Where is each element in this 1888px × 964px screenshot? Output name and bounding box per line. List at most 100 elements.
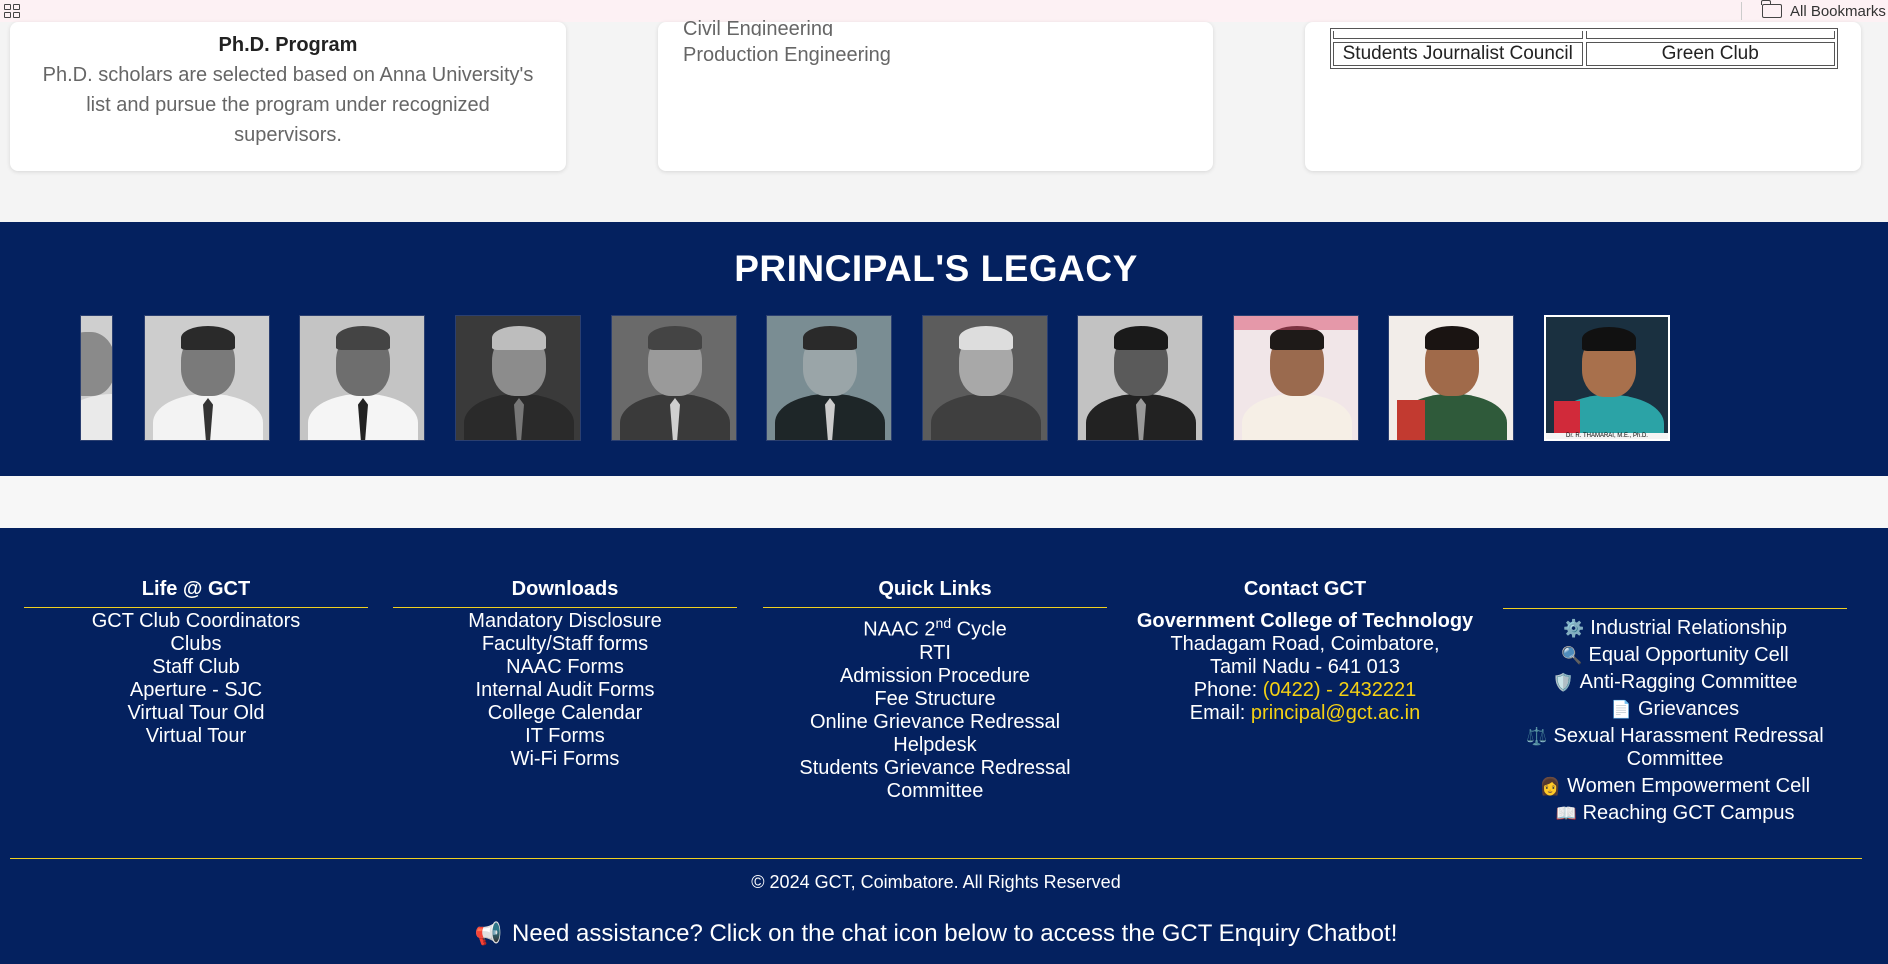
section-gap [0, 476, 1888, 528]
footer-link-grievances[interactable]: 📄 Grievances [1503, 696, 1847, 723]
footer-col-contact: Contact GCT Government College of Techno… [1133, 578, 1477, 725]
table-row [1333, 31, 1835, 39]
contact-details: Government College of Technology Thadaga… [1133, 608, 1477, 725]
footer-link[interactable]: Fee Structure [763, 688, 1107, 711]
site-footer: Life @ GCT GCT Club Coordinators Clubs S… [0, 528, 1888, 964]
link-label: Equal Opportunity Cell [1588, 644, 1789, 666]
copyright-text: © 2024 GCT, Coimbatore. All Rights Reser… [751, 872, 1121, 892]
life-links: GCT Club Coordinators Clubs Staff Club A… [24, 608, 368, 748]
footer-col-quick-links: Quick Links NAAC 2nd Cycle RTI Admission… [763, 578, 1107, 803]
footer-col-downloads: Downloads Mandatory Disclosure Faculty/S… [393, 578, 737, 771]
principal-portrait [611, 315, 737, 441]
footer-link[interactable]: RTI [763, 642, 1107, 665]
gear-icon: ⚙️ [1563, 619, 1585, 638]
footer-link[interactable]: Faculty/Staff forms [393, 633, 737, 656]
principal-portrait [1388, 315, 1514, 441]
department-item-civil[interactable]: Civil Engineering [683, 18, 833, 36]
departments-card: Civil Engineering Production Engineering [658, 18, 1213, 171]
folder-icon [1761, 0, 1782, 18]
footer-link-naac[interactable]: NAAC 2nd Cycle [763, 610, 1107, 642]
footer-col-cells: ⚙️ Industrial Relationship 🔍 Equal Opportu… [1503, 608, 1847, 827]
phd-program-title: Ph.D. Program [218, 34, 358, 56]
magnifier-icon: 🔍 [1561, 646, 1583, 665]
link-label: Anti-Ragging Committee [1579, 671, 1798, 693]
phd-program-card: Ph.D. Program Ph.D. scholars are selecte… [10, 22, 566, 171]
footer-divider [10, 858, 1862, 859]
footer-link[interactable]: Admission Procedure [763, 665, 1107, 688]
programs-section: Ph.D. Program Ph.D. scholars are selecte… [0, 18, 1888, 222]
clubs-table: Students Journalist Council Green Club [1330, 28, 1838, 69]
quick-links: NAAC 2nd Cycle RTI Admission Procedure F… [763, 608, 1107, 803]
clubs-card: Students Journalist Council Green Club [1305, 22, 1861, 171]
phone-line: Phone: (0422) - 2432221 [1133, 679, 1477, 702]
footer-heading-downloads: Downloads [393, 578, 737, 608]
footer-link[interactable]: IT Forms [393, 725, 737, 748]
college-name: Government College of Technology [1136, 610, 1474, 632]
scales-icon: ⚖️ [1526, 727, 1548, 746]
footer-link-women-empowerment[interactable]: 👩 Women Empowerment Cell [1503, 773, 1847, 800]
footer-link[interactable]: Virtual Tour [24, 725, 368, 748]
address-line: Thadagam Road, Coimbatore, [1170, 633, 1440, 655]
footer-heading-quick-links: Quick Links [763, 578, 1107, 608]
portrait-caption: Dr. R. THAMARAI, M.E., Ph.D. [1546, 433, 1668, 439]
footer-link[interactable]: Students Grievance Redressal Committee [763, 757, 1107, 803]
link-label: Industrial Relationship [1590, 617, 1787, 639]
table-cell [1585, 31, 1835, 39]
footer-link[interactable]: Virtual Tour Old [24, 702, 368, 725]
principal-portrait [299, 315, 425, 441]
all-bookmarks-label: All Bookmarks [1790, 2, 1886, 20]
email-link[interactable]: principal@gct.ac.in [1251, 702, 1420, 724]
email-label: Email: [1189, 702, 1251, 724]
phone-link[interactable]: (0422) - 2432221 [1263, 679, 1416, 701]
principal-portrait [80, 315, 113, 441]
table-cell [1333, 31, 1583, 39]
footer-link[interactable]: Clubs [24, 633, 368, 656]
footer-link[interactable]: Internal Audit Forms [393, 679, 737, 702]
footer-link[interactable]: NAAC Forms [393, 656, 737, 679]
naac-post: Cycle [951, 618, 1007, 641]
club-green-club[interactable]: Green Club [1585, 42, 1835, 66]
footer-link-sexual-harassment[interactable]: ⚖️ Sexual Harassment Redressal Committee [1503, 723, 1847, 773]
footer-link[interactable]: College Calendar [393, 702, 737, 725]
link-label: Women Empowerment Cell [1567, 775, 1811, 797]
footer-link-equal-opportunity[interactable]: 🔍 Equal Opportunity Cell [1503, 642, 1847, 669]
link-label: Reaching GCT Campus [1582, 802, 1795, 824]
footer-link-anti-ragging[interactable]: 🛡️ Anti-Ragging Committee [1503, 669, 1847, 696]
address-line: Tamil Nadu - 641 013 [1209, 656, 1401, 678]
footer-link[interactable]: Staff Club [24, 656, 368, 679]
downloads-links: Mandatory Disclosure Faculty/Staff forms… [393, 608, 737, 771]
footer-link[interactable]: Online Grievance Redressal Helpdesk [763, 711, 1107, 757]
assistance-text: Need assistance? Click on the chat icon … [512, 920, 1398, 947]
principals-legacy-section: PRINCIPAL'S LEGACY Dr. R. THAMARAI, M.E.… [0, 222, 1888, 476]
principal-portrait [455, 315, 581, 441]
principal-portrait [922, 315, 1048, 441]
footer-link-industrial-relationship[interactable]: ⚙️ Industrial Relationship [1503, 615, 1847, 642]
principal-portrait [144, 315, 270, 441]
footer-col-life: Life @ GCT GCT Club Coordinators Clubs S… [24, 578, 368, 748]
apps-grid-icon[interactable] [2, 2, 20, 20]
footer-link-reaching-campus[interactable]: 📖 Reaching GCT Campus [1503, 800, 1847, 827]
phone-label: Phone: [1193, 679, 1263, 701]
principal-portrait [1233, 315, 1359, 441]
link-label: Sexual Harassment Redressal Committee [1553, 725, 1824, 770]
naac-pre: NAAC 2 [863, 618, 936, 641]
bookmarks-divider [1741, 2, 1742, 20]
table-row: Students Journalist Council Green Club [1333, 42, 1835, 66]
email-line: Email: principal@gct.ac.in [1133, 702, 1477, 725]
phd-program-description: Ph.D. scholars are selected based on Ann… [42, 64, 534, 146]
footer-link[interactable]: Mandatory Disclosure [393, 610, 737, 633]
footer-heading-life: Life @ GCT [24, 578, 368, 608]
shield-icon: 🛡️ [1552, 673, 1574, 692]
document-icon: 📄 [1610, 700, 1632, 719]
woman-icon: 👩 [1539, 777, 1562, 796]
department-item-production[interactable]: Production Engineering [683, 44, 891, 67]
footer-link[interactable]: Wi-Fi Forms [393, 748, 737, 771]
chatbot-assistance-banner[interactable]: 📢 Need assistance? Click on the chat icon… [0, 920, 1872, 948]
all-bookmarks-button[interactable]: All Bookmarks [1761, 0, 1886, 22]
club-students-journalist-council[interactable]: Students Journalist Council [1333, 42, 1583, 66]
footer-link[interactable]: Aperture - SJC [24, 679, 368, 702]
principal-portrait [1077, 315, 1203, 441]
footer-link[interactable]: GCT Club Coordinators [24, 610, 368, 633]
link-label: Grievances [1638, 698, 1740, 720]
principal-portrait [766, 315, 892, 441]
